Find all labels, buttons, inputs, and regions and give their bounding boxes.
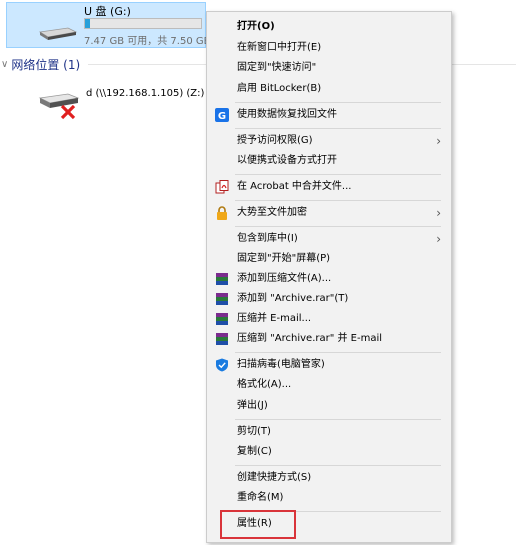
lock-icon xyxy=(217,206,227,220)
menu-separator xyxy=(235,102,441,103)
chevron-right-icon: › xyxy=(436,134,441,148)
shield-icon xyxy=(216,358,228,372)
menu-item-compress-email[interactable]: 压缩并 E-mail... xyxy=(207,309,451,329)
context-menu: 打开(O) 在新窗口中打开(E) 固定到"快速访问" 启用 BitLocker(… xyxy=(206,11,452,543)
menu-item-create-shortcut[interactable]: 创建快捷方式(S) xyxy=(207,468,451,488)
acrobat-icon xyxy=(215,180,229,194)
menu-item-encrypt[interactable]: 大势至文件加密 › xyxy=(207,203,451,223)
menu-item-copy[interactable]: 复制(C) xyxy=(207,442,451,462)
menu-item-bitlocker[interactable]: 启用 BitLocker(B) xyxy=(207,79,451,99)
menu-item-pin-start[interactable]: 固定到"开始"屏幕(P) xyxy=(207,249,451,269)
menu-separator xyxy=(235,174,441,175)
usb-drive-name: U 盘 (G:) xyxy=(84,5,131,18)
menu-separator xyxy=(235,419,441,420)
winrar-icon xyxy=(216,293,228,305)
menu-separator xyxy=(235,226,441,227)
menu-item-grant-access[interactable]: 授予访问权限(G) › xyxy=(207,131,451,151)
menu-item-rename[interactable]: 重命名(M) xyxy=(207,488,451,508)
usb-drive-icon xyxy=(38,27,78,40)
menu-item-acrobat-merge[interactable]: 在 Acrobat 中合并文件... xyxy=(207,177,451,197)
chevron-down-icon: ∨ xyxy=(1,58,9,70)
menu-item-compress-rar-email[interactable]: 压缩到 "Archive.rar" 并 E-mail xyxy=(207,329,451,349)
menu-item-open[interactable]: 打开(O) xyxy=(207,17,451,37)
menu-item-format[interactable]: 格式化(A)... xyxy=(207,375,451,395)
winrar-icon xyxy=(216,313,228,325)
disconnected-network-drive-icon[interactable] xyxy=(38,88,84,122)
menu-item-open-new-window[interactable]: 在新窗口中打开(E) xyxy=(207,38,451,58)
menu-item-add-archive[interactable]: 添加到压缩文件(A)... xyxy=(207,269,451,289)
svg-text:G: G xyxy=(218,111,226,122)
network-drive-name: d (\\192.168.1.105) (Z:) xyxy=(86,88,205,99)
menu-item-eject[interactable]: 弹出(J) xyxy=(207,396,451,416)
menu-item-add-archive-rar[interactable]: 添加到 "Archive.rar"(T) xyxy=(207,289,451,309)
menu-item-cut[interactable]: 剪切(T) xyxy=(207,422,451,442)
usb-drive-capacity-bar xyxy=(84,18,202,29)
menu-item-portable-open[interactable]: 以便携式设备方式打开 xyxy=(207,151,451,171)
usb-drive-free-space: 7.47 GB 可用，共 7.50 GB xyxy=(84,36,211,47)
network-locations-label: 网络位置 (1) xyxy=(11,57,81,72)
chevron-right-icon: › xyxy=(436,232,441,246)
data-recovery-icon: G xyxy=(215,108,229,122)
menu-item-pin-quick-access[interactable]: 固定到"快速访问" xyxy=(207,58,451,78)
menu-separator xyxy=(235,352,441,353)
winrar-icon xyxy=(216,273,228,285)
usb-drive-capacity-fill xyxy=(85,19,90,28)
menu-separator xyxy=(235,128,441,129)
properties-highlight-box xyxy=(220,510,296,539)
menu-separator xyxy=(235,200,441,201)
menu-separator xyxy=(235,465,441,466)
winrar-icon xyxy=(216,333,228,345)
chevron-right-icon: › xyxy=(436,206,441,220)
menu-item-scan-virus[interactable]: 扫描病毒(电脑管家) xyxy=(207,355,451,375)
menu-item-include-library[interactable]: 包含到库中(I) › xyxy=(207,229,451,249)
menu-item-data-recovery[interactable]: G 使用数据恢复找回文件 xyxy=(207,105,451,125)
